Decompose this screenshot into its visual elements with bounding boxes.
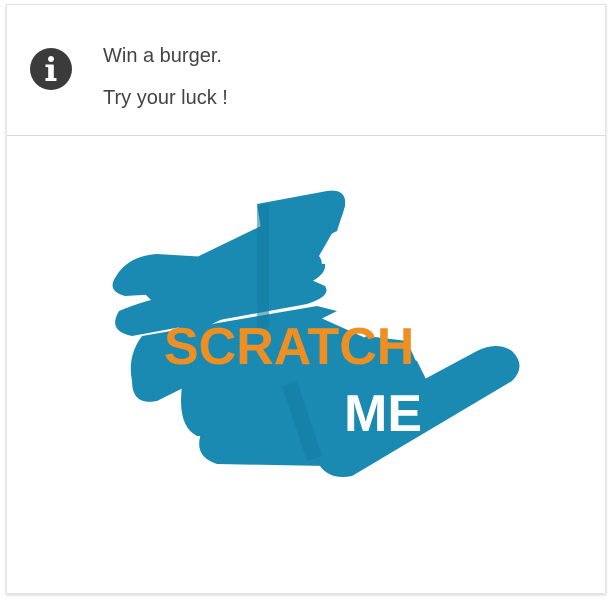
scratch-card-panel: Win a burger. Try your luck ! SCRATCH ME (6, 4, 606, 594)
notification-header: Win a burger. Try your luck ! (7, 5, 605, 136)
scratch-area[interactable]: SCRATCH ME (7, 136, 605, 593)
message-line-2: Try your luck ! (103, 87, 228, 109)
message-line-1: Win a burger. (103, 45, 222, 67)
info-icon (30, 48, 72, 90)
scratch-word-1: SCRATCH (164, 318, 414, 376)
scratch-word-2: ME (344, 385, 422, 443)
notification-message: Win a burger. Try your luck ! (103, 35, 228, 119)
scratch-me-graphic[interactable]: SCRATCH ME (7, 136, 605, 593)
